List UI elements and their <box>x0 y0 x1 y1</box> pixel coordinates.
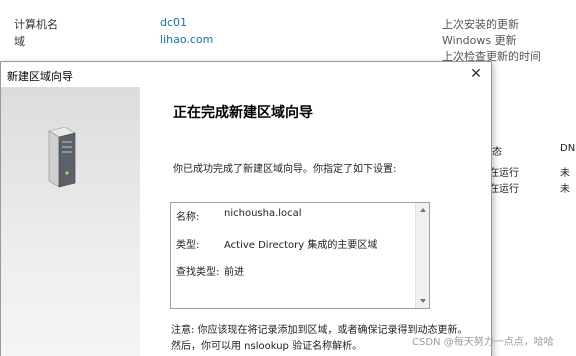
computer-name-value[interactable]: dc01 <box>160 16 187 29</box>
settings-scrollbar[interactable] <box>415 203 429 308</box>
server-icon <box>48 127 76 188</box>
setting-label: 名称: <box>176 212 200 223</box>
new-zone-wizard-dialog: 新建区域向导 ✕ 正在完成新建区域向导 你已成功完成了新建区域向导。你指定了如下… <box>0 61 492 356</box>
setting-label: 查找类型: <box>176 267 220 278</box>
wizard-sidebar <box>1 87 140 356</box>
wizard-heading: 正在完成新建区域向导 <box>173 105 313 121</box>
domain-value[interactable]: lihao.com <box>160 33 213 46</box>
watermark: CSDN @每天努力一点点，哈哈 <box>412 337 554 348</box>
setting-row-type: 类型: Active Directory 集成的主要区域 <box>176 236 377 251</box>
setting-value: 前进 <box>224 267 244 278</box>
setting-label: 类型: <box>176 240 200 251</box>
windows-update-label: Windows 更新 <box>442 34 517 47</box>
status-column-header[interactable]: 态 <box>492 143 502 158</box>
table-row-status: 在运行 <box>489 184 519 195</box>
computer-name-label: 计算机名 <box>14 18 58 31</box>
wizard-description: 你已成功完成了新建区域向导。你指定了如下设置: <box>173 164 397 175</box>
close-icon[interactable]: ✕ <box>467 64 485 84</box>
setting-row-lookup-type: 查找类型: 前进 <box>176 263 244 278</box>
last-installed-updates-label: 上次安装的更新 <box>442 18 519 31</box>
table-row-dns: 未 <box>560 184 570 195</box>
setting-value: nichousha.local <box>224 208 302 219</box>
scroll-up-icon[interactable] <box>420 208 426 212</box>
setting-row-name: 名称: nichousha.local <box>176 208 302 223</box>
domain-label: 域 <box>14 35 25 48</box>
scroll-down-icon[interactable] <box>420 299 426 303</box>
table-row-dns: 未 <box>560 168 570 179</box>
dialog-title: 新建区域向导 <box>7 70 73 83</box>
dialog-titlebar[interactable]: 新建区域向导 ✕ <box>1 62 491 87</box>
setting-value: Active Directory 集成的主要区域 <box>224 240 378 251</box>
dns-column-header[interactable]: DN <box>560 143 575 154</box>
settings-summary-box[interactable]: 名称: nichousha.local 类型: Active Directory… <box>170 202 430 309</box>
table-row-status: 在运行 <box>489 168 519 179</box>
